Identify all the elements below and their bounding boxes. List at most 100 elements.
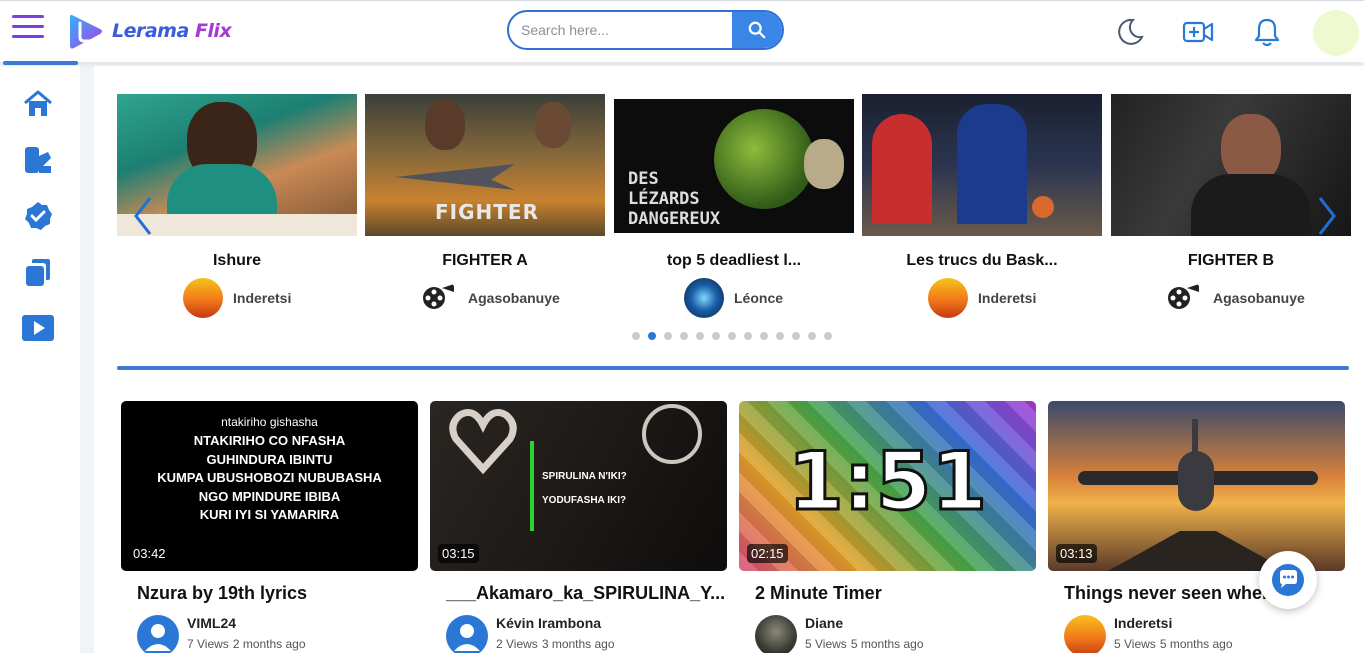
video-thumbnail[interactable]: 03:13 <box>1048 401 1345 571</box>
carousel-next-button[interactable] <box>1312 194 1342 238</box>
sidebar-item-shorts[interactable] <box>20 142 56 178</box>
carousel-dot[interactable] <box>680 332 688 340</box>
search-input[interactable] <box>509 12 732 48</box>
carousel-dot[interactable] <box>776 332 784 340</box>
theme-toggle-button[interactable] <box>1113 15 1147 49</box>
carousel-dot[interactable] <box>664 332 672 340</box>
carousel-thumbnail[interactable]: FIGHTER <box>365 94 605 236</box>
chat-support-button[interactable] <box>1259 551 1317 609</box>
logo[interactable]: Lerama Flix <box>66 10 232 52</box>
logo-text: Lerama Flix <box>112 20 232 42</box>
video-thumbnail[interactable]: ntakiriho gishasha NTAKIRIHO CO NFASHA G… <box>121 401 418 571</box>
search-bar <box>507 10 784 50</box>
logo-icon <box>70 14 102 49</box>
carousel-card[interactable]: DES LÉZARDS DANGEREUX <box>614 99 854 233</box>
duration-badge: 03:13 <box>1056 544 1097 563</box>
video-author[interactable]: Diane 5 Views 5 months ago <box>755 615 924 653</box>
video-title[interactable]: 2 Minute Timer <box>755 583 1036 604</box>
menu-icon[interactable] <box>12 15 44 43</box>
carousel-title[interactable]: FIGHTER A <box>365 252 605 270</box>
sidebar-item-home[interactable] <box>20 86 56 122</box>
video-thumbnail[interactable]: SPIRULINA N'IKI? YODUFASHA IKI? 03:15 <box>430 401 727 571</box>
lyrics-line: NTAKIRIHO CO NFASHA <box>193 433 346 448</box>
verified-icon <box>25 202 52 230</box>
notifications-button[interactable] <box>1250 15 1284 49</box>
default-avatar-icon <box>137 615 179 653</box>
film-reel-icon <box>1168 284 1199 309</box>
carousel-dot[interactable] <box>792 332 800 340</box>
carousel-card[interactable]: FIGHTER <box>365 94 605 236</box>
carousel-channel[interactable]: Léonce <box>684 278 783 318</box>
carousel-card[interactable] <box>862 94 1102 236</box>
home-icon <box>24 90 52 116</box>
channel-avatar <box>755 615 797 653</box>
video-card[interactable]: 1:51 02:15 2 Minute Timer Diane 5 Views 5 … <box>739 401 1036 653</box>
bell-icon <box>1254 18 1280 47</box>
lyrics-line: NGO MPINDURE IBIBA <box>198 488 341 504</box>
sidebar-item-subscriptions[interactable] <box>20 198 56 234</box>
sidebar-item-library[interactable] <box>20 254 56 290</box>
carousel-channel[interactable]: Agasobanuye <box>418 278 560 318</box>
lyrics-line: GUHINDURA IBINTU <box>206 451 333 467</box>
chevron-left-icon <box>134 197 152 235</box>
chat-icon <box>1272 564 1304 596</box>
timer-display: 1:51 <box>787 435 989 528</box>
carousel-channel[interactable]: Inderetsi <box>183 278 291 318</box>
carousel-dot[interactable] <box>744 332 752 340</box>
video-author[interactable]: Kévin Irambona 2 Views 3 months ago <box>446 615 615 653</box>
video-card[interactable]: SPIRULINA N'IKI? YODUFASHA IKI? 03:15 __… <box>430 401 727 653</box>
carousel-dot[interactable] <box>712 332 720 340</box>
library-icon <box>26 259 50 286</box>
carousel-channel[interactable]: Inderetsi <box>928 278 1036 318</box>
video-author[interactable]: VIML24 7 Views 2 months ago <box>137 615 306 653</box>
lyrics-line: ntakiriho gishasha <box>221 415 318 429</box>
carousel-dot[interactable] <box>760 332 768 340</box>
video-add-icon <box>1182 21 1214 43</box>
carousel-dot[interactable] <box>696 332 704 340</box>
loading-ring-icon <box>642 404 702 464</box>
carousel-thumbnail[interactable]: DES LÉZARDS DANGEREUX <box>614 99 854 233</box>
film-reel-icon <box>423 284 454 309</box>
video-title[interactable]: Nzura by 19th lyrics <box>137 583 418 604</box>
heart-icon <box>449 409 517 475</box>
user-avatar[interactable] <box>1313 10 1359 56</box>
carousel-dot[interactable] <box>648 332 656 340</box>
search-button[interactable] <box>732 12 782 48</box>
carousel-title[interactable]: top 5 deadliest l... <box>614 252 854 270</box>
chevron-right-icon <box>1318 197 1336 235</box>
carousel-title[interactable]: FIGHTER B <box>1111 252 1351 270</box>
carousel-title[interactable]: Ishure <box>117 252 357 270</box>
lyrics-line: KUMPA UBUSHOBOZI NUBUBASHA <box>157 470 382 485</box>
duration-badge: 02:15 <box>747 544 788 563</box>
channel-avatar <box>684 278 724 318</box>
channel-avatar <box>1064 615 1106 653</box>
menu-active-indicator <box>3 61 78 65</box>
carousel-dot[interactable] <box>632 332 640 340</box>
carousel-prev-button[interactable] <box>128 194 158 238</box>
duration-badge: 03:42 <box>129 544 170 563</box>
video-card[interactable]: 03:13 Things never seen when... Inderets… <box>1048 401 1345 653</box>
channel-avatar <box>183 278 223 318</box>
sidebar <box>0 66 80 653</box>
moon-icon <box>1118 18 1144 45</box>
overlay-text: SPIRULINA N'IKI? <box>542 471 627 482</box>
play-icon <box>22 315 54 341</box>
main-content: FIGHTER DES LÉZARDS DANGEREUX Ishure FIG… <box>94 66 1364 653</box>
video-thumbnail[interactable]: 1:51 02:15 <box>739 401 1036 571</box>
video-author[interactable]: Inderetsi 5 Views 5 months ago <box>1064 615 1233 653</box>
sidebar-item-videos[interactable] <box>20 310 56 346</box>
carousel-dot[interactable] <box>824 332 832 340</box>
carousel-dot[interactable] <box>728 332 736 340</box>
shorts-icon <box>25 147 51 173</box>
upload-video-button[interactable] <box>1181 15 1215 49</box>
carousel-thumbnail[interactable] <box>862 94 1102 236</box>
carousel-channel[interactable]: Agasobanuye <box>1163 278 1305 318</box>
lyrics-line: KURI IYI SI YAMARIRA <box>199 507 340 522</box>
default-avatar-icon <box>446 615 488 653</box>
carousel-title[interactable]: Les trucs du Bask... <box>862 252 1102 270</box>
video-title[interactable]: ___Akamaro_ka_SPIRULINA_Y... <box>446 583 727 604</box>
carousel-pagination <box>632 332 832 340</box>
carousel-dot[interactable] <box>808 332 816 340</box>
poster-title: DES LÉZARDS DANGEREUX <box>628 169 721 229</box>
video-card[interactable]: ntakiriho gishasha NTAKIRIHO CO NFASHA G… <box>121 401 418 653</box>
